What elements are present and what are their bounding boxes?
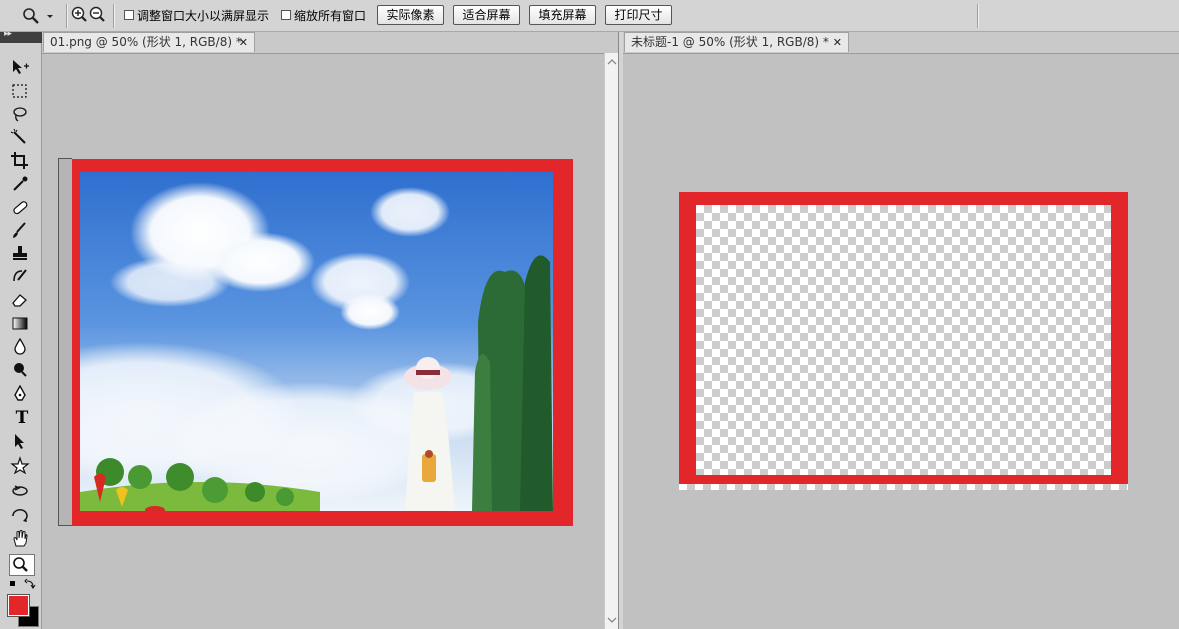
default-colors-icon[interactable] bbox=[10, 581, 15, 586]
magic-wand-tool-icon bbox=[10, 128, 26, 144]
divider bbox=[977, 4, 979, 28]
pen-tool[interactable] bbox=[10, 384, 34, 405]
healing-brush-tool[interactable] bbox=[10, 198, 34, 218]
marquee-tool[interactable] bbox=[10, 82, 34, 102]
type-tool-icon: T bbox=[15, 408, 29, 428]
gradient-tool-icon bbox=[12, 317, 28, 330]
move-tool[interactable] bbox=[10, 58, 34, 78]
eraser-tool-icon bbox=[12, 294, 27, 307]
zoom-all-windows-checkbox[interactable] bbox=[281, 10, 291, 20]
path-selection-tool-icon bbox=[15, 434, 24, 449]
close-icon[interactable]: ✕ bbox=[239, 33, 248, 52]
resize-windows-label: 调整窗口大小以满屏显示 bbox=[137, 9, 270, 23]
zoom-out-button[interactable] bbox=[89, 6, 106, 24]
crop-tool[interactable] bbox=[10, 151, 34, 171]
actual-pixels-button[interactable]: 实际像素 bbox=[377, 5, 444, 25]
type-tool[interactable]: T bbox=[10, 409, 34, 429]
fit-screen-button[interactable]: 适合屏幕 bbox=[453, 5, 520, 25]
vertical-scrollbar[interactable] bbox=[604, 53, 619, 629]
history-brush-tool[interactable] bbox=[10, 267, 34, 287]
eyedropper-tool[interactable] bbox=[10, 174, 34, 194]
foreground-color-swatch[interactable] bbox=[7, 594, 30, 617]
tab-title: 01.png @ 50% (形状 1, RGB/8) * bbox=[50, 35, 242, 49]
tool-preset-picker[interactable] bbox=[20, 6, 62, 26]
zoom-all-windows-label: 缩放所有窗口 bbox=[294, 9, 367, 23]
tab-untitled-1[interactable]: 未标题-1 @ 50% (形状 1, RGB/8) * ✕ bbox=[624, 32, 849, 52]
transparent-edge bbox=[679, 484, 1128, 490]
history-brush-tool-icon bbox=[13, 269, 27, 282]
hand-tool[interactable] bbox=[10, 529, 34, 549]
path-selection-tool[interactable] bbox=[10, 432, 34, 452]
fill-screen-button[interactable]: 填充屏幕 bbox=[529, 5, 596, 25]
3d-orbit-tool[interactable] bbox=[10, 506, 34, 526]
move-tool-icon bbox=[13, 60, 29, 74]
eraser-tool[interactable] bbox=[10, 290, 34, 310]
zoom-tool-icon bbox=[23, 8, 53, 24]
marquee-tool-icon bbox=[12, 84, 27, 98]
swap-colors-icon[interactable] bbox=[24, 578, 36, 589]
magic-wand-tool[interactable] bbox=[10, 128, 34, 148]
blur-tool-icon bbox=[14, 337, 26, 355]
tab-title: 未标题-1 @ 50% (形状 1, RGB/8) * bbox=[631, 35, 829, 49]
resize-windows-checkbox[interactable] bbox=[124, 10, 134, 20]
toolbox: ▸▸ T bbox=[0, 29, 42, 629]
brush-tool-icon bbox=[13, 222, 26, 238]
zoom-in-button[interactable] bbox=[71, 6, 88, 24]
sky-landscape-image bbox=[80, 172, 553, 511]
clone-stamp-tool[interactable] bbox=[10, 244, 34, 264]
pen-tool-icon bbox=[14, 384, 26, 401]
hand-tool-icon bbox=[13, 530, 28, 547]
gradient-tool[interactable] bbox=[10, 314, 34, 334]
girl-figure bbox=[404, 357, 455, 511]
zoom-in-icon bbox=[71, 6, 87, 22]
canvas-photo bbox=[80, 172, 553, 511]
3d-rotate-tool-icon bbox=[12, 485, 28, 496]
zoom-tool[interactable] bbox=[9, 554, 35, 576]
dodge-tool[interactable] bbox=[10, 360, 34, 380]
zoom-out-icon bbox=[89, 6, 105, 22]
brush-tool[interactable] bbox=[10, 221, 34, 241]
print-size-button[interactable]: 打印尺寸 bbox=[605, 5, 672, 25]
tab-01-png[interactable]: 01.png @ 50% (形状 1, RGB/8) * ✕ bbox=[43, 32, 255, 52]
healing-brush-tool-icon bbox=[13, 201, 28, 215]
color-swatch-controls bbox=[8, 578, 36, 590]
options-bar: 调整窗口大小以满屏显示 缩放所有窗口 实际像素 适合屏幕 填充屏幕 打印尺寸 bbox=[0, 0, 1179, 32]
toolbox-grip[interactable]: ▸▸ bbox=[0, 29, 42, 43]
3d-orbit-tool-icon bbox=[12, 509, 28, 522]
clone-stamp-tool-icon bbox=[13, 246, 27, 260]
zoom-tool-icon bbox=[13, 557, 28, 572]
custom-shape-tool[interactable] bbox=[10, 456, 34, 476]
divider bbox=[66, 4, 68, 28]
scroll-down-icon[interactable] bbox=[605, 613, 619, 627]
close-icon[interactable]: ✕ bbox=[833, 33, 842, 52]
dodge-tool-icon bbox=[14, 363, 27, 377]
lasso-tool[interactable] bbox=[10, 105, 34, 125]
eyedropper-tool-icon bbox=[13, 176, 28, 191]
crop-tool-icon bbox=[11, 152, 28, 169]
3d-rotate-tool[interactable] bbox=[10, 482, 34, 502]
blur-tool[interactable] bbox=[10, 337, 34, 357]
divider bbox=[113, 4, 115, 28]
transparent-area bbox=[696, 205, 1111, 475]
custom-shape-tool-icon bbox=[10, 456, 30, 475]
canvas-edge bbox=[58, 158, 72, 526]
lasso-tool-icon bbox=[13, 107, 27, 122]
scroll-up-icon[interactable] bbox=[605, 55, 619, 69]
